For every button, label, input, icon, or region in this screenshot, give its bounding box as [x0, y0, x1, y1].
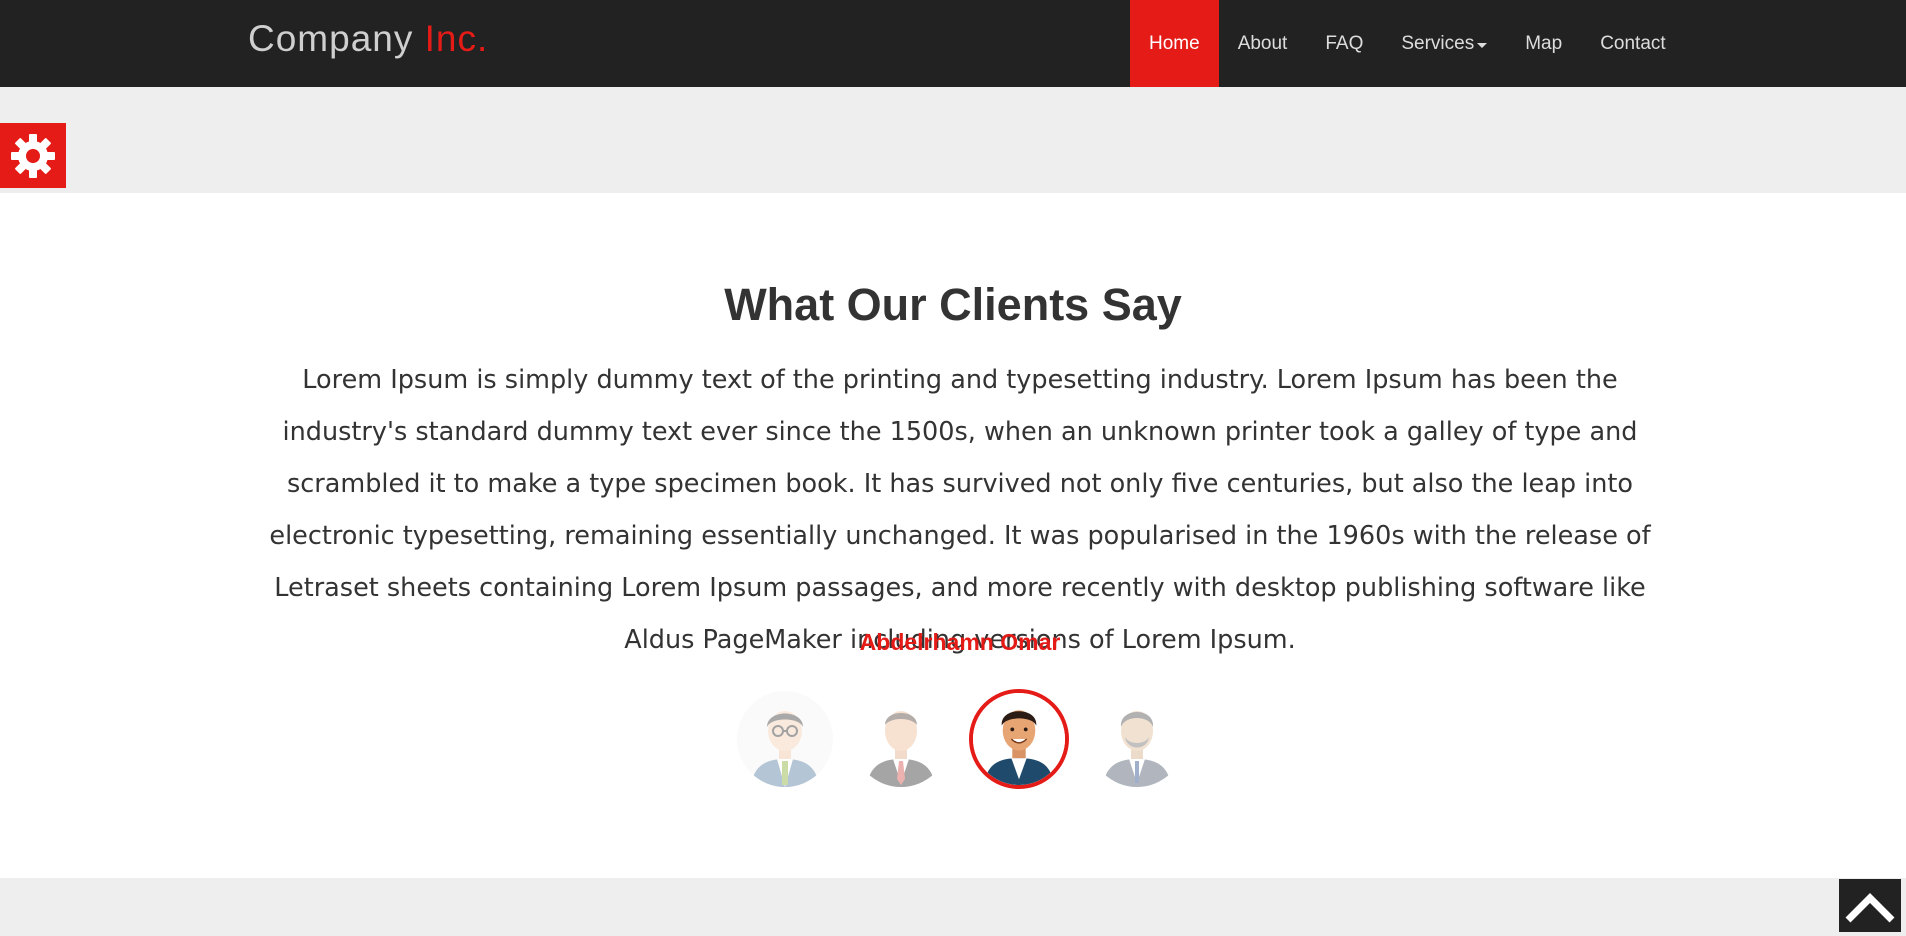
nav-item-about[interactable]: About — [1219, 0, 1307, 87]
avatar-client-4[interactable] — [1089, 691, 1185, 787]
scroll-top-button[interactable] — [1839, 879, 1901, 932]
chevron-up-icon — [1845, 892, 1895, 922]
footer-band — [0, 878, 1906, 936]
avatar-glasses-man-icon — [737, 691, 833, 787]
avatar-client-1[interactable] — [737, 691, 833, 787]
nav-item-label: Map — [1525, 32, 1563, 54]
gear-icon — [11, 133, 55, 178]
nav-item-map[interactable]: Map — [1506, 0, 1581, 87]
nav-item-label: Contact — [1600, 32, 1666, 54]
client-name: Abdelrhamn Omar — [859, 629, 1061, 655]
testimonials-section: What Our Clients Say Lorem Ipsum is simp… — [0, 193, 1906, 878]
nav-item-faq[interactable]: FAQ — [1306, 0, 1382, 87]
brand-logo[interactable]: Company Inc. — [248, 18, 488, 60]
nav-item-label: Home — [1149, 32, 1200, 54]
nav-item-contact[interactable]: Contact — [1581, 0, 1684, 87]
nav-item-label: About — [1237, 32, 1288, 54]
nav-item-label: Services — [1401, 32, 1475, 54]
settings-button[interactable] — [0, 123, 66, 188]
brand-name: Company — [248, 18, 414, 59]
nav-menu: Home About FAQ Services Map Contact — [1130, 0, 1685, 87]
nav-item-services[interactable]: Services — [1382, 0, 1506, 87]
avatar-client-3[interactable] — [969, 689, 1069, 789]
nav-item-home[interactable]: Home — [1130, 0, 1219, 87]
avatar-businessman-icon — [853, 691, 949, 787]
client-avatars — [0, 689, 1906, 791]
nav-item-label: FAQ — [1325, 32, 1364, 54]
testimonial-quote: Lorem Ipsum is simply dummy text of the … — [269, 365, 1651, 655]
banner-band — [0, 87, 1906, 193]
avatar-smiling-man-icon — [973, 693, 1065, 785]
brand-accent: Inc. — [424, 18, 489, 59]
caret-down-icon — [1477, 42, 1488, 48]
avatar-client-2[interactable] — [853, 691, 949, 787]
section-heading: What Our Clients Say — [724, 279, 1182, 330]
avatar-bearded-man-icon — [1089, 691, 1185, 787]
navbar: Company Inc. Home About FAQ Services Map… — [0, 0, 1906, 87]
